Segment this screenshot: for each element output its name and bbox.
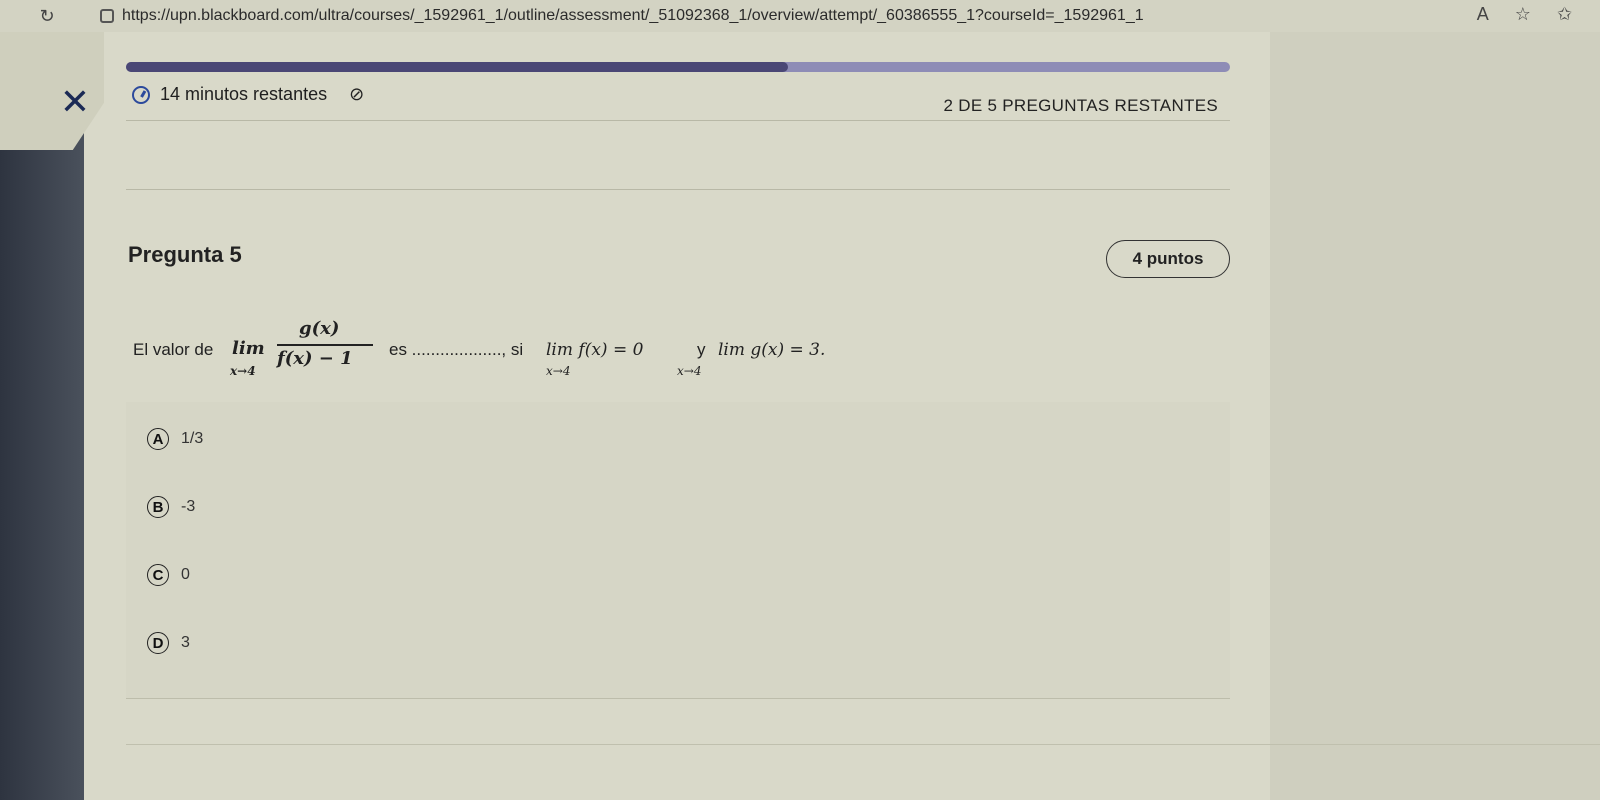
lim-label: lim <box>232 338 265 359</box>
fraction-numerator: g(x) <box>299 318 340 339</box>
divider <box>126 189 1230 190</box>
fraction-bar <box>277 344 373 346</box>
question-title: Pregunta 5 <box>128 242 242 267</box>
lim-subscript: x→4 <box>230 364 256 378</box>
answer-text: 3 <box>181 634 190 651</box>
answer-option-b[interactable]: B -3 <box>147 496 195 518</box>
condition-f: lim f(x) = 0 <box>546 340 644 360</box>
browser-toolbar: ↻ https://upn.blackboard.com/ultra/cours… <box>0 0 1600 32</box>
favorites-icon[interactable]: ✩ <box>1557 4 1572 25</box>
right-panel <box>1270 32 1600 800</box>
answer-text: -3 <box>181 498 196 515</box>
close-icon[interactable]: ✕ <box>55 82 95 122</box>
answer-option-a[interactable]: A 1/3 <box>147 428 203 450</box>
answer-option-d[interactable]: D 3 <box>147 632 190 654</box>
browser-actions: A ☆ ✩ <box>1477 4 1572 25</box>
answer-option-c[interactable]: C 0 <box>147 564 190 586</box>
answer-text: 0 <box>181 566 190 583</box>
divider <box>126 698 1230 699</box>
answer-letter: B <box>147 496 169 518</box>
timer: 14 minutos restantes ⊘ <box>132 84 364 105</box>
answer-letter: D <box>147 632 169 654</box>
condition-g: lim g(x) = 3. <box>718 340 826 360</box>
favorite-star-icon[interactable]: ☆ <box>1515 4 1531 25</box>
divider <box>126 744 1600 745</box>
answer-text: 1/3 <box>181 430 204 447</box>
read-aloud-icon[interactable]: A <box>1477 4 1489 25</box>
refresh-icon[interactable]: ↻ <box>34 3 60 29</box>
page-info-icon[interactable] <box>100 9 114 23</box>
clock-icon <box>132 85 150 104</box>
condition-g-subscript: x→4 <box>677 364 702 378</box>
fraction-denominator: f(x) − 1 <box>277 348 353 369</box>
answer-list <box>126 402 1230 698</box>
progress-bar <box>126 62 1230 72</box>
answer-letter: C <box>147 564 169 586</box>
divider <box>126 120 1230 121</box>
conjunction: y <box>697 340 706 359</box>
questions-remaining: 2 DE 5 PREGUNTAS RESTANTES <box>943 96 1218 115</box>
question-text: El valor de lim x→4 g(x) f(x) − 1 es ...… <box>133 318 1133 388</box>
timer-text: 14 minutos restantes <box>160 84 328 104</box>
question-mid: es ..................., si <box>389 340 524 359</box>
answer-letter: A <box>147 428 169 450</box>
hide-timer-icon[interactable]: ⊘ <box>349 84 364 105</box>
question-prefix: El valor de <box>133 340 214 359</box>
address-bar[interactable]: https://upn.blackboard.com/ultra/courses… <box>122 7 1144 25</box>
condition-f-subscript: x→4 <box>546 364 571 378</box>
progress-fill <box>126 62 789 72</box>
points-badge: 4 puntos <box>1106 240 1230 278</box>
